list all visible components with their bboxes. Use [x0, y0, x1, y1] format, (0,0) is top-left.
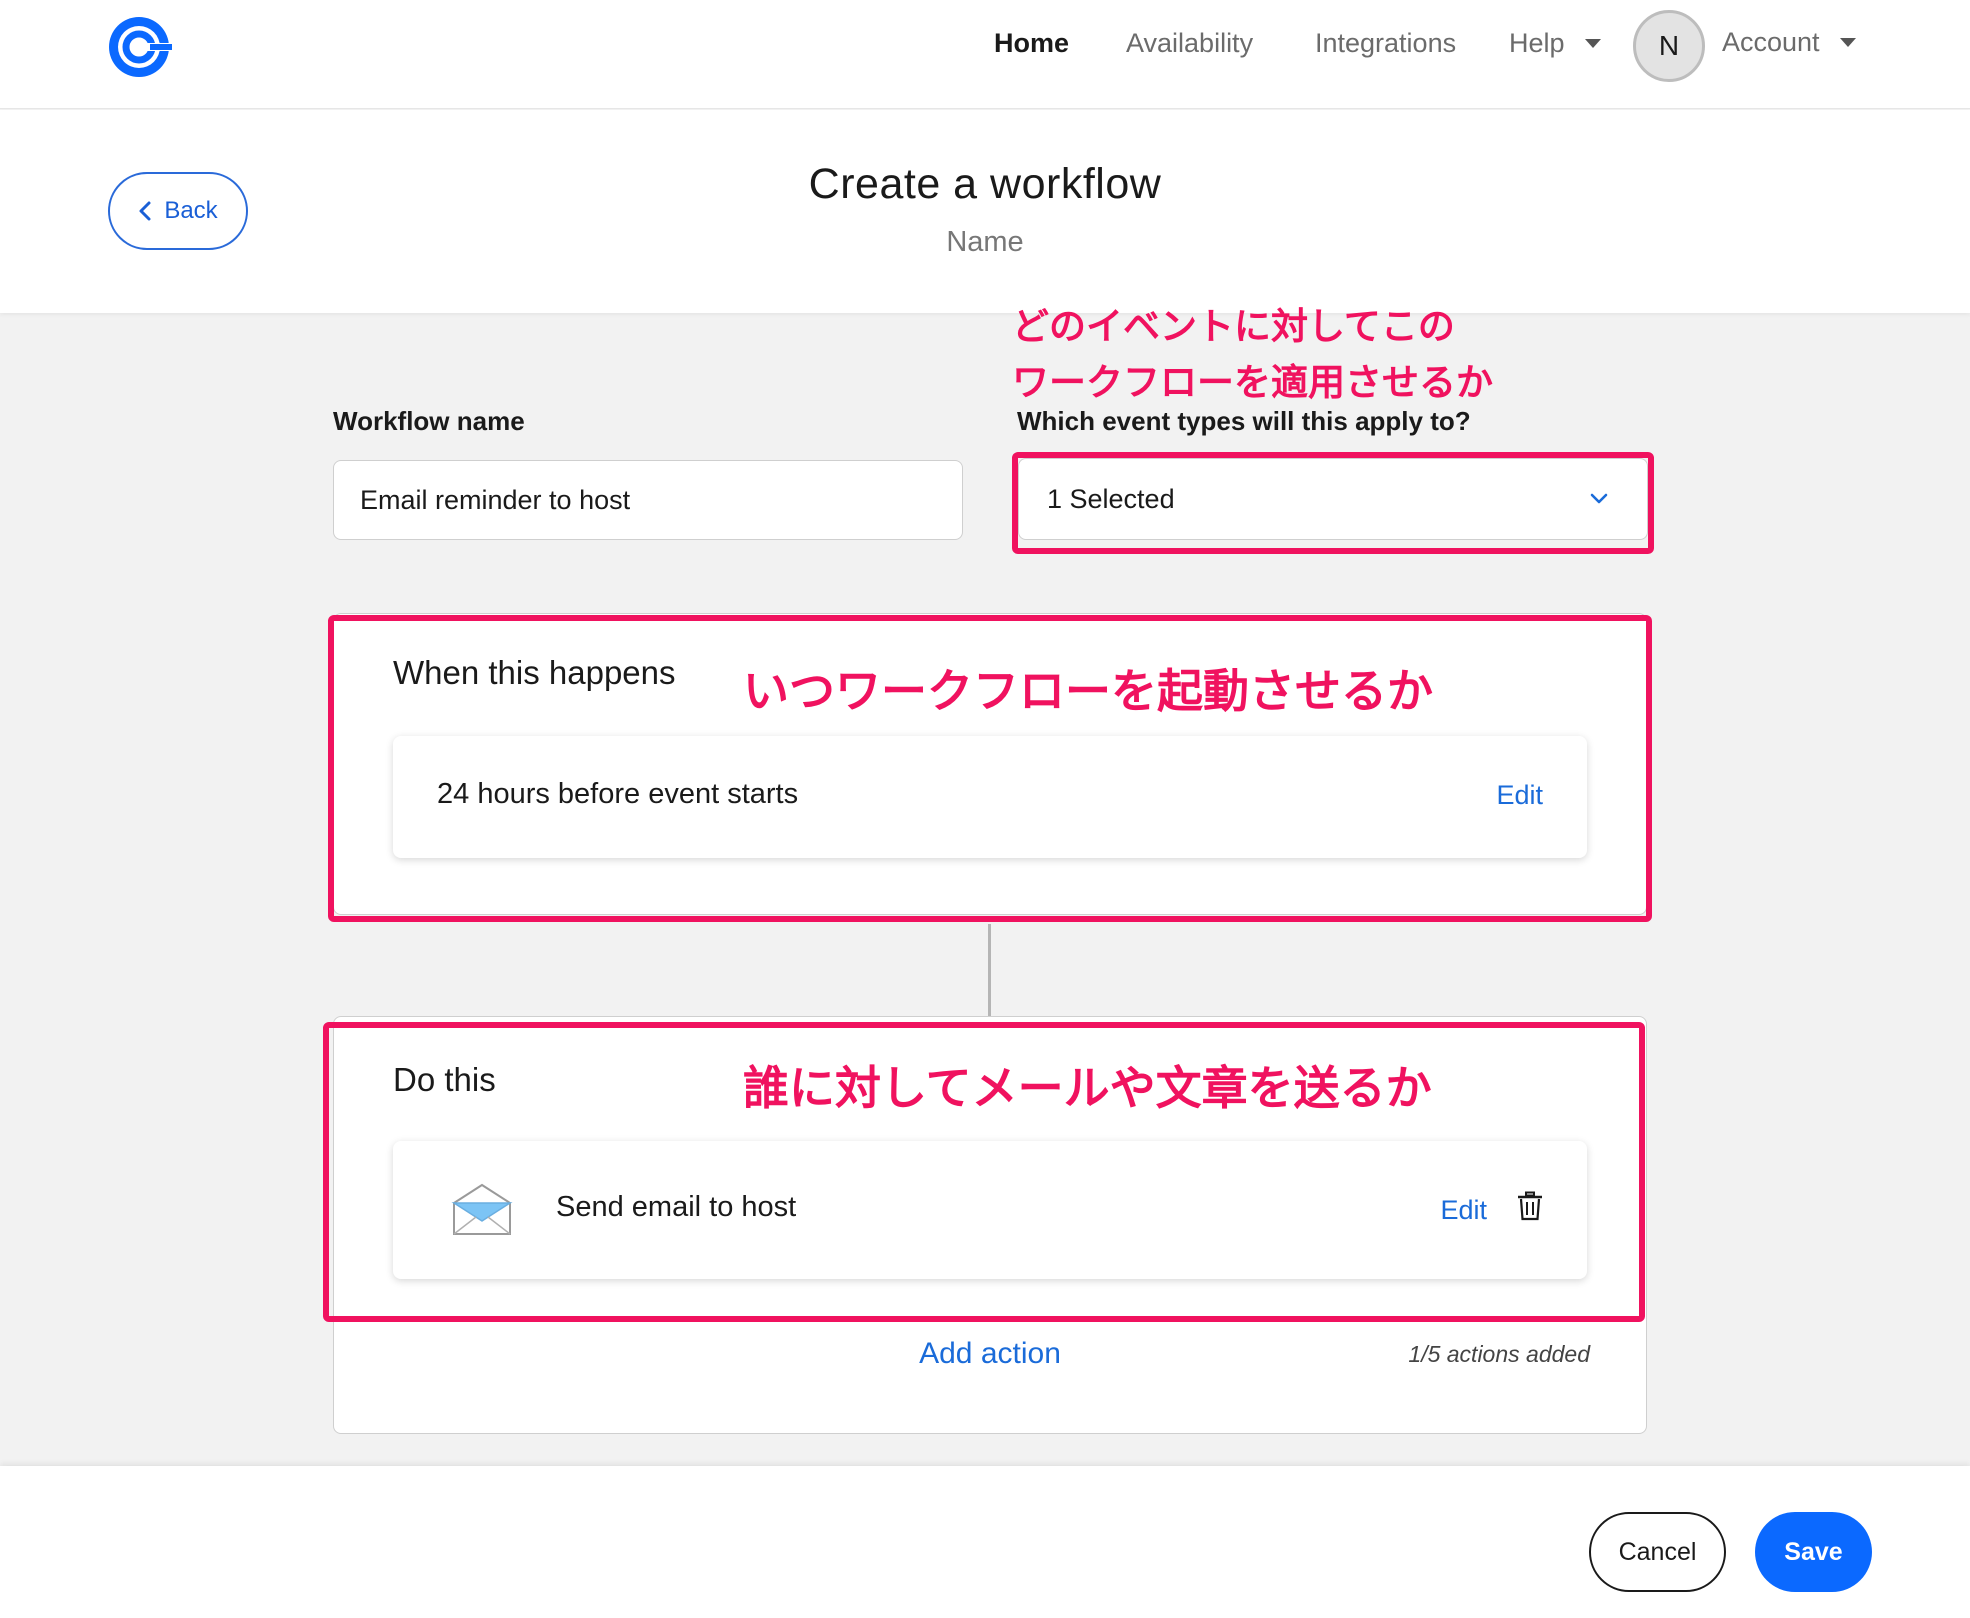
nav-account[interactable]: Account [1722, 27, 1856, 58]
top-navigation: Home Availability Integrations Help N Ac… [0, 0, 1970, 109]
nav-account-label: Account [1722, 27, 1820, 57]
footer-bar: Cancel Save [0, 1466, 1970, 1618]
nav-help-label: Help [1509, 28, 1565, 58]
annotation-event-line1: どのイベントに対してこの [1012, 306, 1455, 347]
annotation-box-action [323, 1022, 1645, 1322]
save-button[interactable]: Save [1755, 1512, 1872, 1592]
calendly-logo-icon[interactable] [106, 14, 172, 80]
flow-connector [988, 924, 991, 1016]
workflow-name-label: Workflow name [333, 406, 525, 436]
cancel-label: Cancel [1618, 1537, 1697, 1566]
cancel-button[interactable]: Cancel [1589, 1512, 1726, 1592]
save-label: Save [1784, 1537, 1843, 1566]
annotation-box-event-types [1012, 452, 1654, 554]
annotation-box-trigger [328, 615, 1652, 922]
page-header: Back Create a workflow Name [0, 110, 1970, 313]
nav-integrations[interactable]: Integrations [1315, 28, 1456, 59]
page-title: Create a workflow [808, 160, 1162, 208]
workflow-name-input[interactable]: Email reminder to host [333, 460, 963, 540]
event-types-label: Which event types will this apply to? [1017, 406, 1471, 436]
avatar[interactable]: N [1633, 10, 1705, 82]
avatar-initial: N [1658, 30, 1680, 61]
nav-integrations-label: Integrations [1315, 28, 1457, 58]
actions-count: 1/5 actions added [1408, 1341, 1590, 1367]
nav-availability[interactable]: Availability [1126, 28, 1253, 59]
page-subtitle: Name [946, 226, 1024, 258]
nav-home[interactable]: Home [994, 28, 1069, 59]
nav-availability-label: Availability [1126, 28, 1254, 58]
nav-help[interactable]: Help [1509, 28, 1601, 59]
workflow-name-value: Email reminder to host [360, 484, 631, 515]
caret-down-icon [1584, 39, 1601, 48]
nav-home-label: Home [994, 28, 1070, 58]
caret-down-icon [1839, 38, 1856, 47]
annotation-event-line2: ワークフローを適用させるか [1012, 362, 1493, 403]
